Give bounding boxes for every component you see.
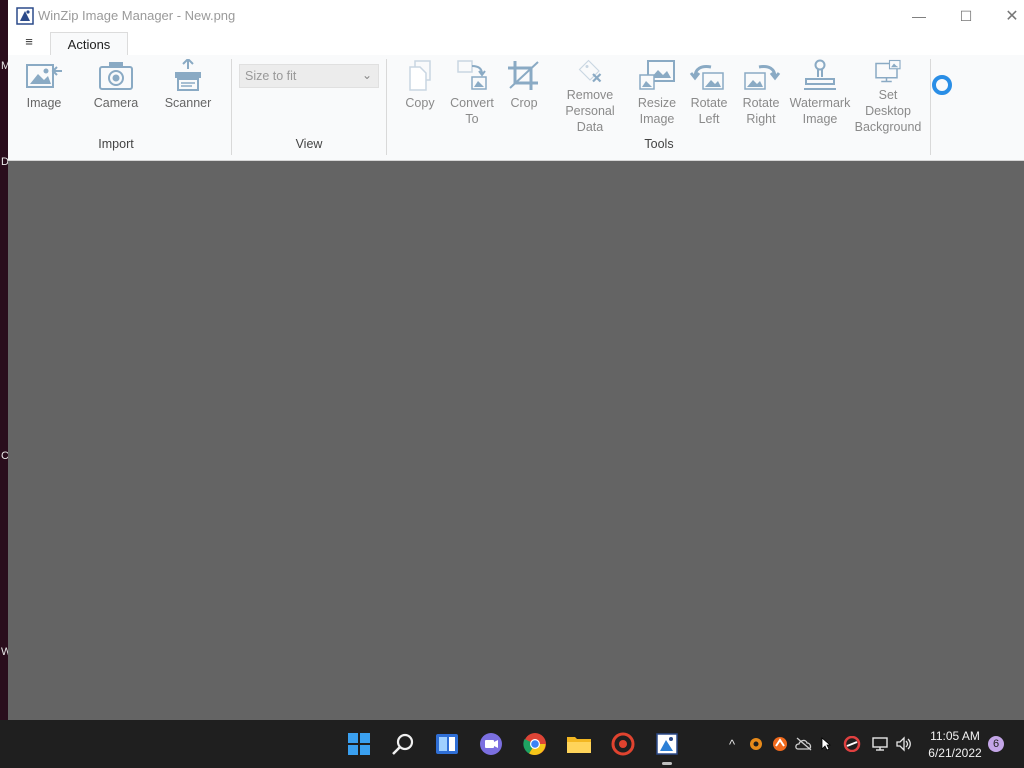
convert-to-button[interactable]: Convert To — [448, 55, 496, 135]
group-label-tools: Tools — [644, 137, 674, 151]
set-desktop-background-button[interactable]: Set Desktop Background — [854, 55, 922, 135]
close-button[interactable]: ✕ — [989, 0, 1024, 32]
show-hidden-icons-chevron-icon[interactable]: ^ — [722, 734, 742, 754]
search-icon[interactable] — [389, 730, 417, 758]
crop-button[interactable]: Crop — [502, 55, 546, 135]
teams-chat-icon[interactable] — [477, 730, 505, 758]
taskbar: ^ 11:05 AM 6/21/2022 6 — [0, 720, 1024, 768]
copy-button[interactable]: Copy — [398, 55, 442, 135]
desktop-background: M D C W — [0, 0, 11, 720]
resize-image-label-1: Resize — [637, 96, 677, 110]
import-camera-label: Camera — [93, 96, 139, 110]
notification-badge[interactable]: 6 — [988, 736, 1004, 752]
image-import-icon — [26, 64, 62, 88]
set-desktop-background-label-2: Background — [854, 120, 922, 134]
watermark-image-label-1: Watermark — [789, 96, 851, 110]
resize-image-button[interactable]: Resize Image — [634, 55, 680, 135]
start-icon[interactable] — [345, 730, 373, 758]
volume-icon[interactable] — [894, 734, 914, 754]
watermark-image-label-2: Image — [802, 112, 838, 126]
convert-to-label-1: Convert — [450, 96, 494, 110]
remove-personal-data-button[interactable]: Remove Personal Data — [552, 55, 628, 135]
clock-date: 6/21/2022 — [928, 746, 982, 760]
resize-image-label-2: Image — [639, 112, 675, 126]
winzip-image-manager-icon[interactable] — [653, 730, 681, 758]
running-app-indicator — [662, 762, 672, 765]
rotate-left-icon — [689, 65, 724, 90]
tab-row: ≡ Actions — [8, 32, 1024, 56]
ribbon: Image Camera Scanner Import Size to fit … — [8, 55, 1024, 161]
onedrive-offline-icon[interactable] — [794, 734, 814, 754]
red-app-icon[interactable] — [609, 730, 637, 758]
copy-icon — [409, 60, 431, 91]
ribbon-separator — [231, 59, 232, 155]
chrome-icon[interactable] — [521, 730, 549, 758]
zoom-select[interactable]: Size to fit ⌄ — [239, 64, 379, 88]
title-bar[interactable]: WinZip Image Manager - New.png — ☐ ✕ — [8, 0, 1024, 32]
maximize-button[interactable]: ☐ — [943, 0, 989, 32]
ribbon-separator — [386, 59, 387, 155]
clock[interactable]: 11:05 AM 6/21/2022 — [918, 728, 992, 762]
rotate-left-label-1: Rotate — [690, 96, 728, 110]
crop-label-1: Crop — [510, 96, 538, 110]
tab-actions[interactable]: Actions — [50, 32, 128, 55]
chevron-down-icon: ⌄ — [361, 68, 372, 82]
clock-time: 11:05 AM — [930, 729, 980, 743]
set-desktop-background-label-1: Set Desktop — [865, 88, 911, 118]
import-scanner-button[interactable]: Scanner — [162, 55, 214, 135]
rotate-left-label-2: Left — [698, 112, 720, 126]
watermark-stamp-icon — [804, 59, 836, 90]
rotate-right-button[interactable]: Rotate Right — [738, 55, 784, 135]
monitor-icon — [875, 59, 901, 83]
network-icon[interactable] — [870, 734, 890, 754]
remove-personal-data-icon — [578, 59, 602, 83]
import-image-button[interactable]: Image — [18, 55, 70, 135]
resize-image-icon — [639, 60, 675, 90]
crop-icon — [508, 61, 539, 90]
tray-app-icon-2[interactable] — [770, 734, 790, 754]
remove-personal-data-label-1: Remove — [566, 88, 614, 102]
zoom-select-value: Size to fit — [245, 69, 297, 83]
winzip-image-manager-icon — [16, 7, 34, 25]
group-label-import: Import — [98, 137, 134, 151]
app-window: WinZip Image Manager - New.png — ☐ ✕ ≡ A… — [8, 0, 1024, 720]
camera-icon — [99, 62, 133, 90]
remove-personal-data-label-2: Personal Data — [565, 104, 615, 134]
import-image-label: Image — [26, 96, 62, 110]
ribbon-separator — [930, 59, 931, 155]
convert-icon — [457, 60, 487, 90]
rotate-right-label-1: Rotate — [742, 96, 780, 110]
minimize-button[interactable]: — — [896, 0, 942, 32]
convert-to-label-2: To — [465, 112, 479, 126]
mouse-pointer-icon — [816, 734, 836, 754]
loading-spinner-icon — [932, 75, 952, 95]
widgets-icon[interactable] — [433, 730, 461, 758]
import-camera-button[interactable]: Camera — [90, 55, 142, 135]
tray-app-icon-1[interactable] — [746, 734, 766, 754]
group-label-view: View — [295, 137, 323, 151]
rotate-right-icon — [744, 65, 781, 90]
copy-label-1: Copy — [405, 96, 435, 110]
rotate-left-button[interactable]: Rotate Left — [686, 55, 732, 135]
hamburger-menu-button[interactable]: ≡ — [18, 34, 40, 52]
image-canvas[interactable] — [8, 161, 1024, 720]
tray-app-icon-3[interactable] — [842, 734, 862, 754]
scanner-icon — [175, 59, 201, 91]
file-explorer-icon[interactable] — [565, 730, 593, 758]
window-title: WinZip Image Manager - New.png — [38, 8, 236, 23]
watermark-image-button[interactable]: Watermark Image — [788, 55, 852, 135]
import-scanner-label: Scanner — [164, 96, 212, 110]
rotate-right-label-2: Right — [746, 112, 776, 126]
